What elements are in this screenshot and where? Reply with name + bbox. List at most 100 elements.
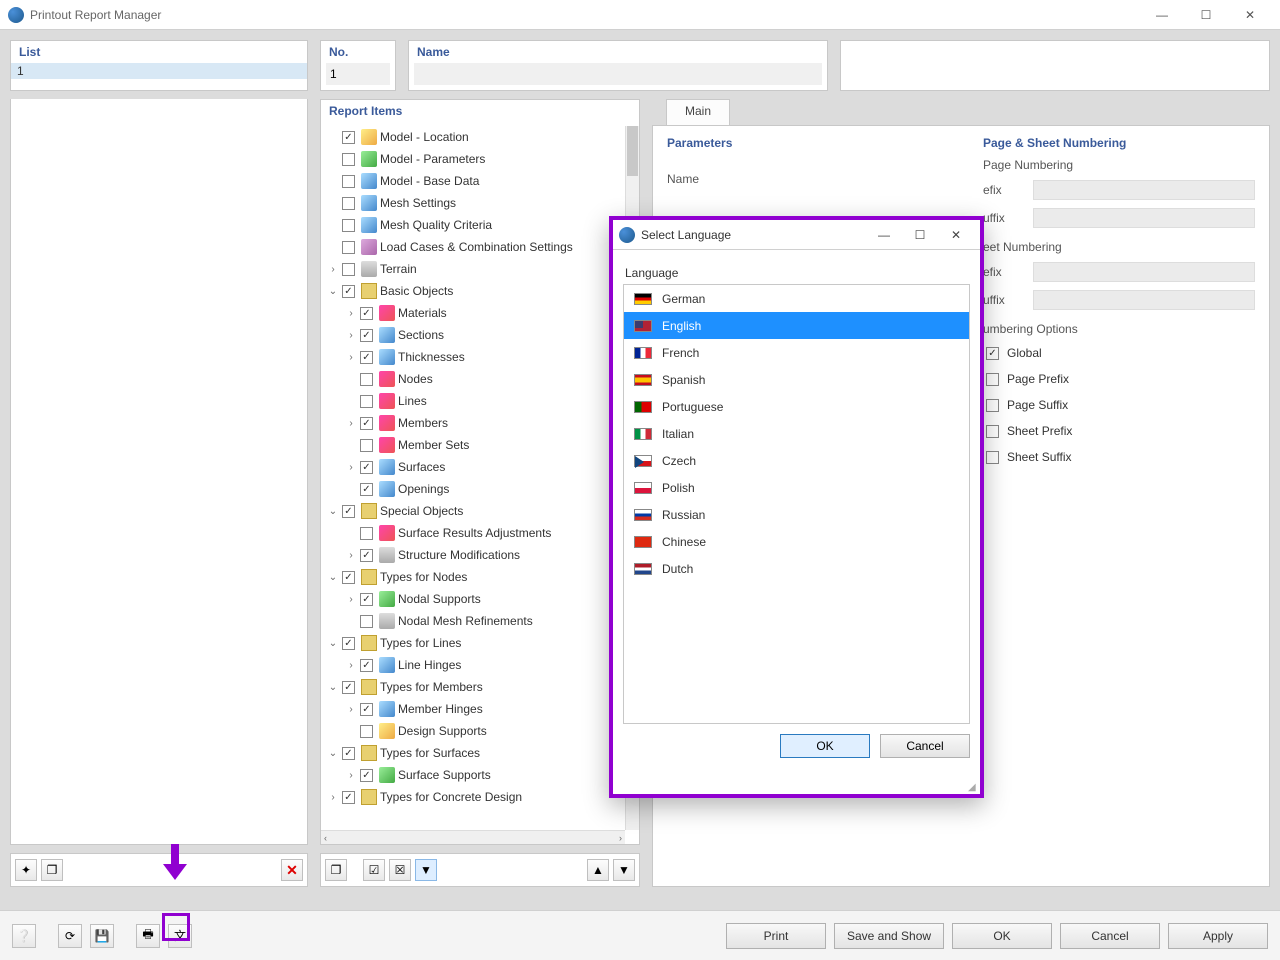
save-icon[interactable]: 💾 bbox=[90, 924, 114, 948]
tree-item[interactable]: ›Sections bbox=[321, 324, 625, 346]
uncheck-all-icon[interactable]: ☒ bbox=[389, 859, 411, 881]
list-body[interactable] bbox=[10, 99, 308, 845]
sheet-suffix-input[interactable] bbox=[1033, 290, 1255, 310]
tree-checkbox[interactable] bbox=[342, 263, 355, 276]
language-item-es[interactable]: Spanish bbox=[624, 366, 969, 393]
tree-checkbox[interactable] bbox=[342, 131, 355, 144]
tree-item[interactable]: ›Structure Modifications bbox=[321, 544, 625, 566]
tree-checkbox[interactable] bbox=[360, 549, 373, 562]
tree-checkbox[interactable] bbox=[360, 769, 373, 782]
print-button[interactable]: Print bbox=[726, 923, 826, 949]
check-all-icon[interactable]: ☑ bbox=[363, 859, 385, 881]
dialog-close-icon[interactable]: ✕ bbox=[938, 228, 974, 242]
tree-horizontal-scrollbar[interactable]: ‹› bbox=[321, 830, 625, 844]
option-checkbox[interactable] bbox=[986, 373, 999, 386]
tab-main[interactable]: Main bbox=[666, 99, 730, 125]
tree-item[interactable]: ›Terrain bbox=[321, 258, 625, 280]
language-item-cz[interactable]: Czech bbox=[624, 447, 969, 474]
tree-item[interactable]: ⌄Basic Objects bbox=[321, 280, 625, 302]
tree-item[interactable]: Openings bbox=[321, 478, 625, 500]
sheet-prefix-input[interactable] bbox=[1033, 262, 1255, 282]
name-input[interactable] bbox=[414, 63, 822, 85]
cancel-button[interactable]: Cancel bbox=[1060, 923, 1160, 949]
tree-checkbox[interactable] bbox=[360, 593, 373, 606]
apply-button[interactable]: Apply bbox=[1168, 923, 1268, 949]
dialog-resizer-icon[interactable]: ◢ bbox=[968, 782, 978, 792]
language-item-cn[interactable]: Chinese bbox=[624, 528, 969, 555]
report-items-tree[interactable]: Model - LocationModel - ParametersModel … bbox=[321, 126, 625, 830]
dialog-ok-button[interactable]: OK bbox=[780, 734, 870, 758]
tree-item[interactable]: Surface Results Adjustments bbox=[321, 522, 625, 544]
tree-checkbox[interactable] bbox=[342, 219, 355, 232]
tree-checkbox[interactable] bbox=[360, 329, 373, 342]
tree-item[interactable]: Nodal Mesh Refinements bbox=[321, 610, 625, 632]
tree-item[interactable]: Model - Parameters bbox=[321, 148, 625, 170]
numbering-option[interactable]: Page Prefix bbox=[983, 366, 1255, 392]
print-settings-icon[interactable]: 🖶 bbox=[136, 924, 160, 948]
delete-report-icon[interactable]: ✕ bbox=[281, 859, 303, 881]
tree-checkbox[interactable] bbox=[360, 439, 373, 452]
page-suffix-input[interactable] bbox=[1033, 208, 1255, 228]
language-item-de[interactable]: German bbox=[624, 285, 969, 312]
numbering-option[interactable]: Page Suffix bbox=[983, 392, 1255, 418]
tree-item[interactable]: ›Members bbox=[321, 412, 625, 434]
numbering-option[interactable]: Global bbox=[983, 340, 1255, 366]
language-list[interactable]: GermanEnglishFrenchSpanishPortugueseItal… bbox=[623, 284, 970, 724]
no-input[interactable] bbox=[326, 63, 390, 85]
tree-item[interactable]: ›Surfaces bbox=[321, 456, 625, 478]
tree-item[interactable]: ⌄Types for Nodes bbox=[321, 566, 625, 588]
tree-item[interactable]: ›Surface Supports bbox=[321, 764, 625, 786]
tree-checkbox[interactable] bbox=[342, 637, 355, 650]
tree-checkbox[interactable] bbox=[360, 461, 373, 474]
tree-checkbox[interactable] bbox=[342, 681, 355, 694]
tree-item[interactable]: ⌄Types for Members bbox=[321, 676, 625, 698]
tree-item[interactable]: ›Nodal Supports bbox=[321, 588, 625, 610]
dialog-minimize-icon[interactable]: — bbox=[866, 228, 902, 242]
page-prefix-input[interactable] bbox=[1033, 180, 1255, 200]
language-item-fr[interactable]: French bbox=[624, 339, 969, 366]
tree-item[interactable]: Member Sets bbox=[321, 434, 625, 456]
tree-item[interactable]: Nodes bbox=[321, 368, 625, 390]
tree-checkbox[interactable] bbox=[360, 373, 373, 386]
tree-item[interactable]: ›Member Hinges bbox=[321, 698, 625, 720]
numbering-option[interactable]: Sheet Prefix bbox=[983, 418, 1255, 444]
tree-item[interactable]: Mesh Quality Criteria bbox=[321, 214, 625, 236]
language-item-it[interactable]: Italian bbox=[624, 420, 969, 447]
tree-item[interactable]: Mesh Settings bbox=[321, 192, 625, 214]
move-down-icon[interactable]: ▼ bbox=[613, 859, 635, 881]
dialog-cancel-button[interactable]: Cancel bbox=[880, 734, 970, 758]
tree-checkbox[interactable] bbox=[342, 197, 355, 210]
tree-checkbox[interactable] bbox=[360, 703, 373, 716]
save-and-show-button[interactable]: Save and Show bbox=[834, 923, 944, 949]
dialog-maximize-icon[interactable]: ☐ bbox=[902, 228, 938, 242]
tree-checkbox[interactable] bbox=[360, 307, 373, 320]
option-checkbox[interactable] bbox=[986, 347, 999, 360]
tree-item[interactable]: Model - Location bbox=[321, 126, 625, 148]
maximize-button[interactable]: ☐ bbox=[1184, 1, 1228, 29]
option-checkbox[interactable] bbox=[986, 451, 999, 464]
tree-item[interactable]: ›Types for Concrete Design bbox=[321, 786, 625, 808]
option-checkbox[interactable] bbox=[986, 399, 999, 412]
tree-item[interactable]: Lines bbox=[321, 390, 625, 412]
tree-checkbox[interactable] bbox=[360, 615, 373, 628]
tree-checkbox[interactable] bbox=[342, 175, 355, 188]
tree-item[interactable]: ›Line Hinges bbox=[321, 654, 625, 676]
filter-icon[interactable]: ▼ bbox=[415, 859, 437, 881]
tree-item[interactable]: Load Cases & Combination Settings bbox=[321, 236, 625, 258]
tree-checkbox[interactable] bbox=[342, 505, 355, 518]
tree-item[interactable]: ⌄Types for Surfaces bbox=[321, 742, 625, 764]
language-item-en[interactable]: English bbox=[624, 312, 969, 339]
tree-item[interactable]: Design Supports bbox=[321, 720, 625, 742]
tree-checkbox[interactable] bbox=[360, 483, 373, 496]
duplicate-report-icon[interactable]: ❐ bbox=[41, 859, 63, 881]
move-up-icon[interactable]: ▲ bbox=[587, 859, 609, 881]
language-item-pt[interactable]: Portuguese bbox=[624, 393, 969, 420]
refresh-icon[interactable]: ⟳ bbox=[58, 924, 82, 948]
tree-item[interactable]: ⌄Types for Lines bbox=[321, 632, 625, 654]
list-item-1[interactable]: 1 bbox=[11, 63, 307, 79]
close-button[interactable]: ✕ bbox=[1228, 1, 1272, 29]
tree-checkbox[interactable] bbox=[342, 153, 355, 166]
language-item-ru[interactable]: Russian bbox=[624, 501, 969, 528]
tree-checkbox[interactable] bbox=[360, 659, 373, 672]
option-checkbox[interactable] bbox=[986, 425, 999, 438]
